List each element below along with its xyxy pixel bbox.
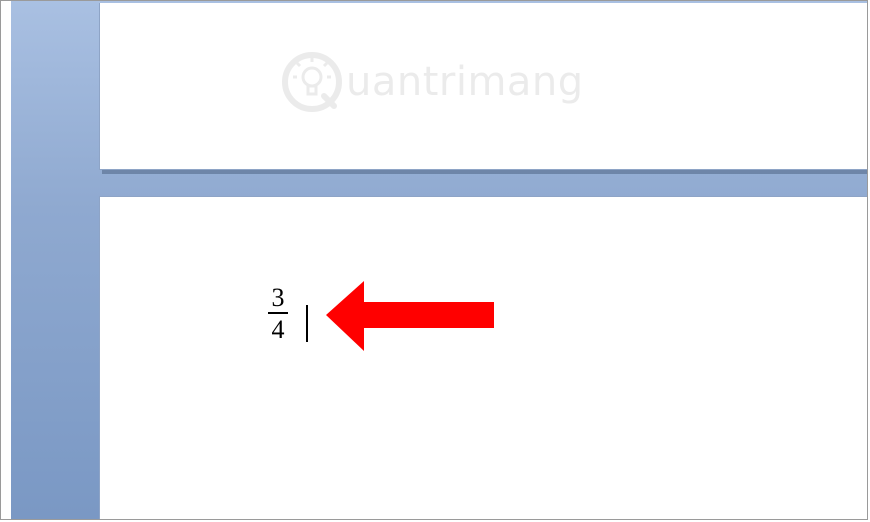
watermark-brand-text: uantrimang: [346, 59, 584, 105]
fraction-numerator: 3: [271, 283, 285, 312]
lightbulb-icon: [282, 52, 342, 112]
text-cursor: [306, 305, 308, 342]
equation-fraction[interactable]: 3 4: [266, 285, 290, 343]
arrow-left-icon: [326, 281, 494, 351]
fraction-denominator: 4: [271, 315, 285, 344]
current-page[interactable]: [99, 196, 868, 520]
fraction-bar: [268, 312, 288, 314]
left-margin: [1, 1, 11, 520]
red-arrow-annotation: [326, 281, 494, 351]
watermark-logo: uantrimang: [280, 50, 584, 114]
